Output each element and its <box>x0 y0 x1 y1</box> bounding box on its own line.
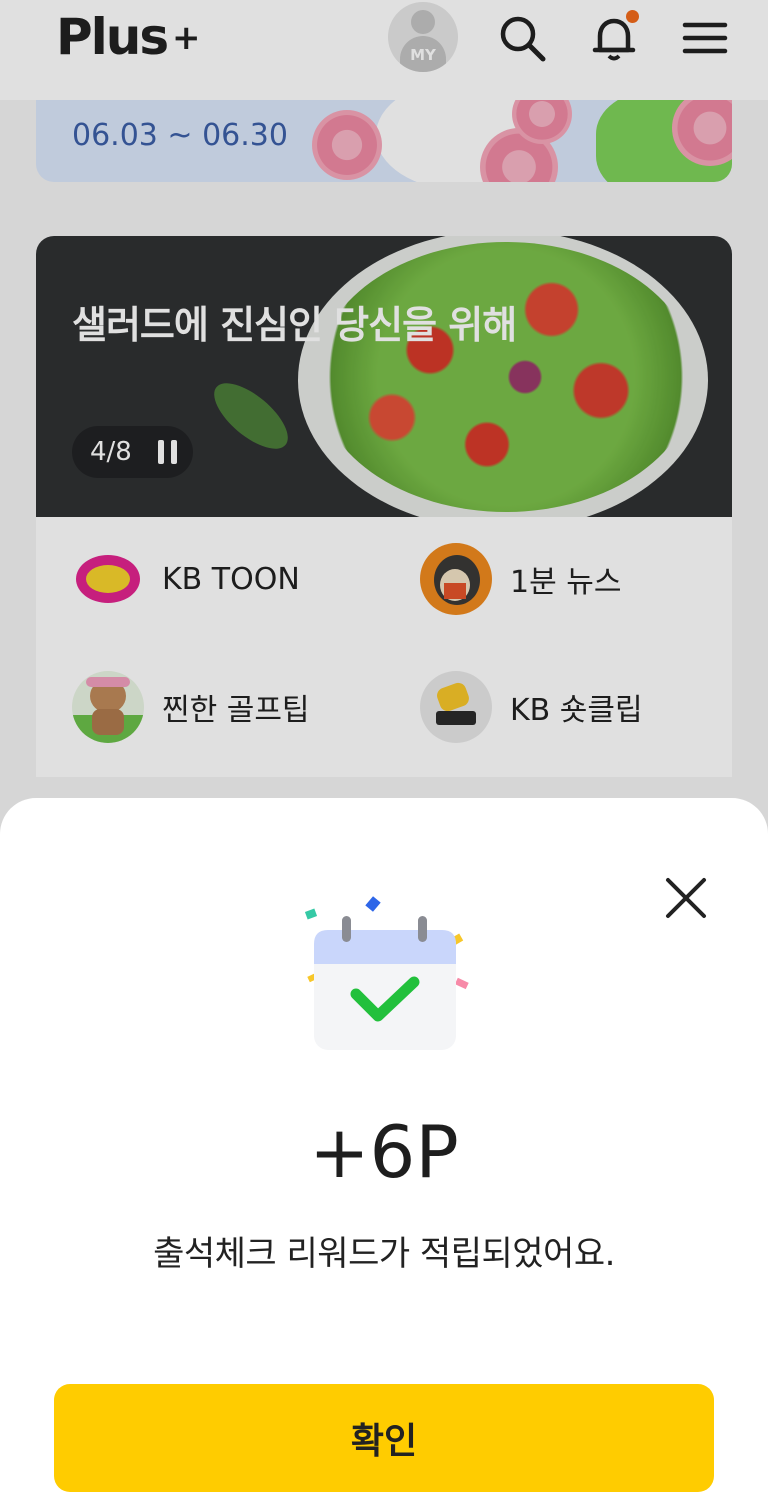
confetti-piece <box>454 977 469 990</box>
confetti-piece <box>365 896 381 912</box>
calendar-check-icon <box>304 896 469 1050</box>
reward-points: +6P <box>309 1110 459 1194</box>
reward-bottom-sheet: +6P 출석체크 리워드가 적립되었어요. 확인 <box>0 798 768 1505</box>
confetti-piece <box>304 908 318 920</box>
confirm-button[interactable]: 확인 <box>54 1384 714 1492</box>
close-icon[interactable] <box>660 872 712 924</box>
reward-message: 출석체크 리워드가 적립되었어요. <box>153 1234 615 1274</box>
